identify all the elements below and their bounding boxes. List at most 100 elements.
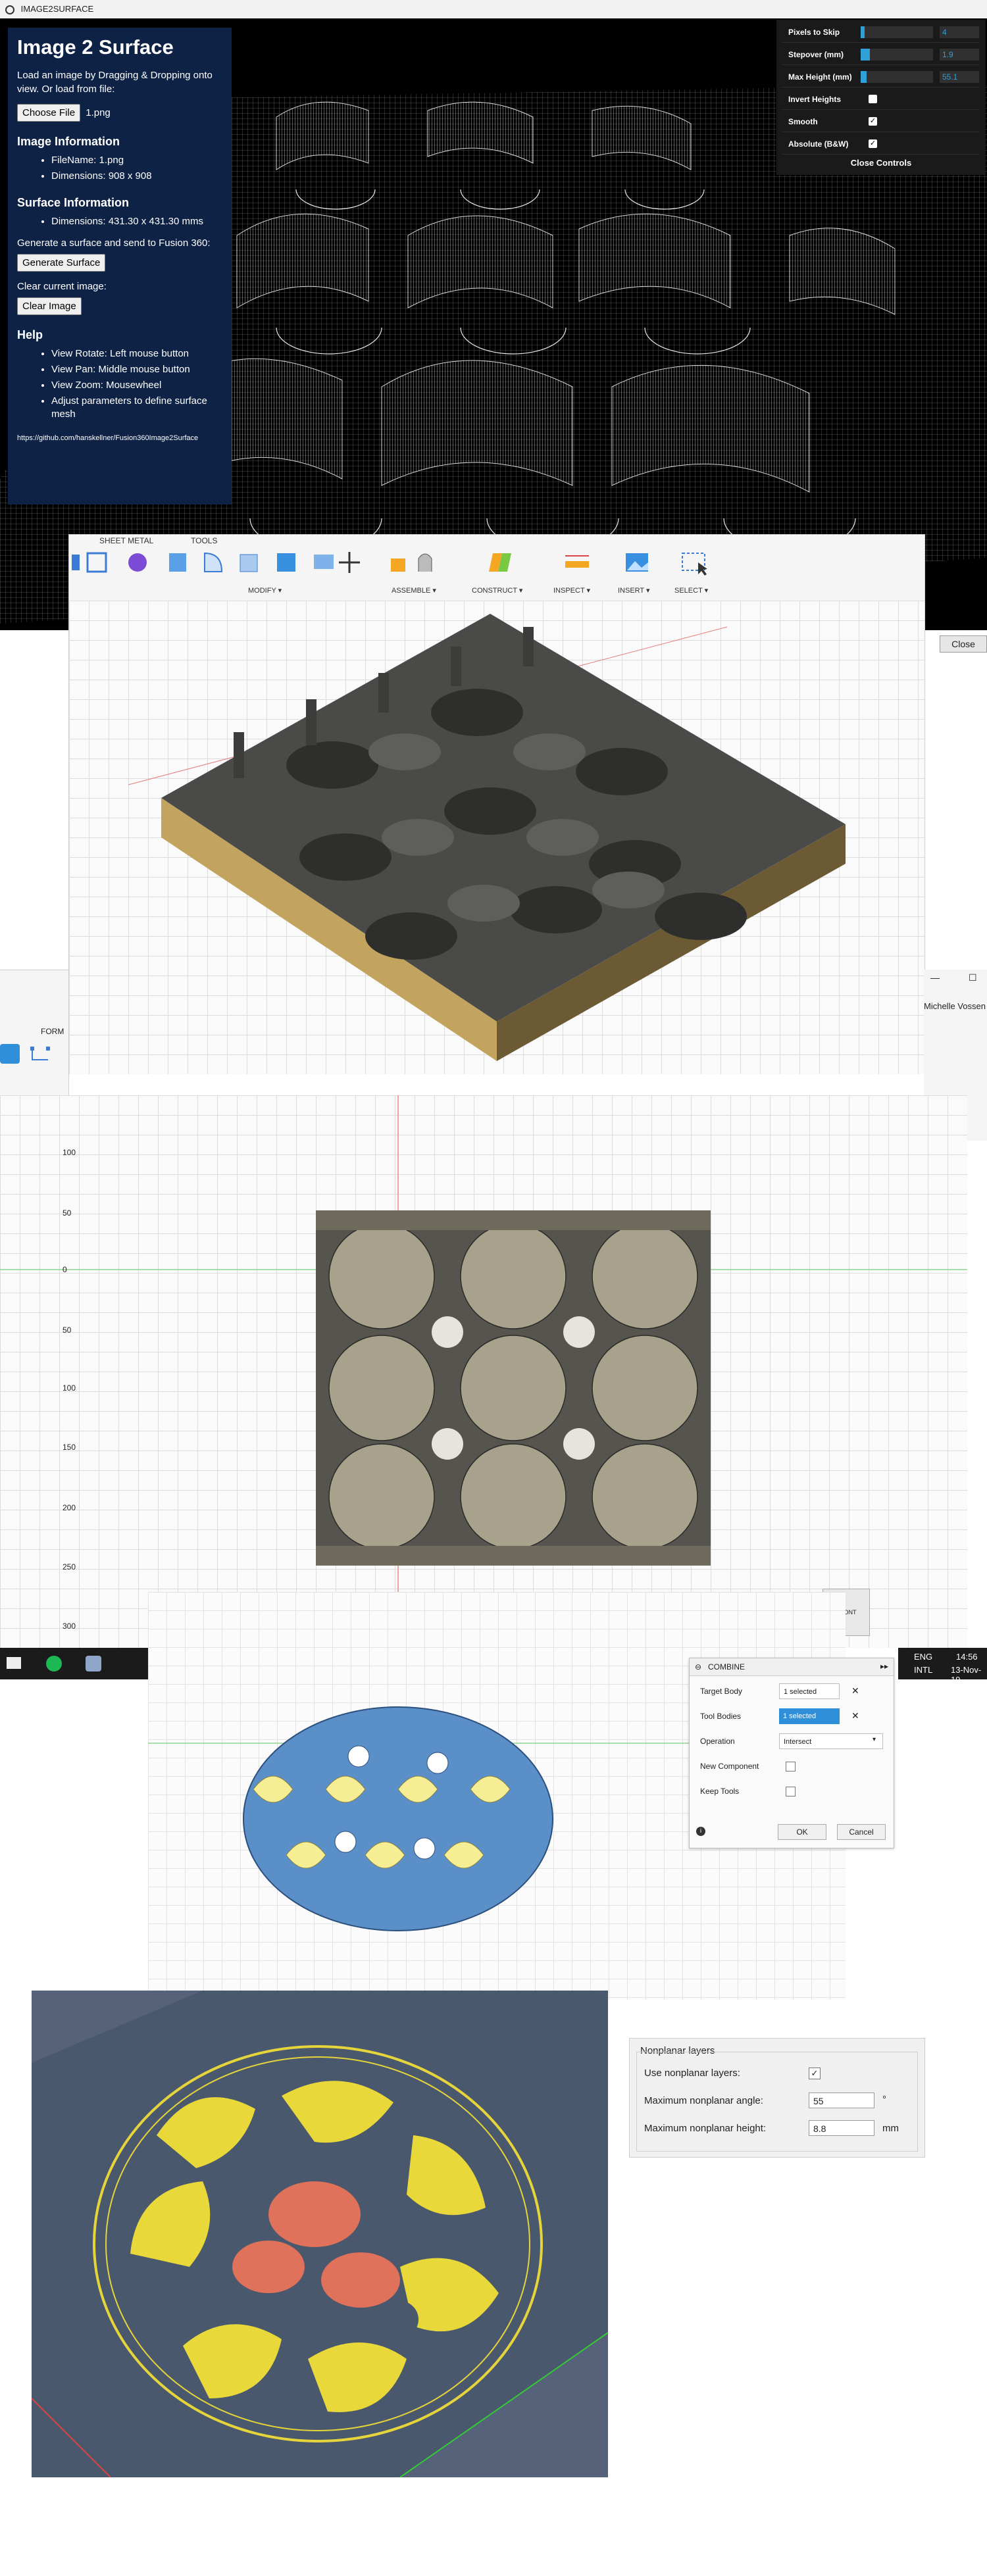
github-link[interactable]: https://github.com/hanskellner/Fusion360… xyxy=(17,432,222,445)
chevron-down-icon[interactable]: ▾ xyxy=(873,1736,876,1743)
tab-sheet-metal[interactable]: SHEET METAL xyxy=(99,536,153,545)
generate-surface-button[interactable]: Generate Surface xyxy=(17,254,106,272)
clock-date[interactable]: 13-Nov-19 xyxy=(951,1665,987,1685)
controls-panel: Pixels to Skip 4 Stepover (mm) 1.9 Max H… xyxy=(776,20,986,175)
slicer-viewport[interactable] xyxy=(32,1991,608,2477)
ruler-tick: 50 xyxy=(63,1325,72,1335)
mail-icon[interactable] xyxy=(7,1657,21,1669)
max-angle-input[interactable]: 55 xyxy=(809,2093,874,2108)
max-height-slider[interactable] xyxy=(861,71,933,83)
help-item: View Zoom: Mousewheel xyxy=(51,379,222,392)
app-taskbar-icon[interactable] xyxy=(86,1656,101,1672)
background-window-left: FORM xyxy=(0,970,68,1115)
taskbar-right: ENG INTL 14:56 13-Nov-19 xyxy=(898,1648,987,1685)
image-dimensions: Dimensions: 908 x 908 xyxy=(51,170,222,183)
keep-tools-label: Keep Tools xyxy=(700,1787,740,1796)
tab-form[interactable]: FORM xyxy=(41,1027,64,1036)
modify-tool-icons[interactable] xyxy=(165,549,363,576)
form-tool-icon[interactable] xyxy=(0,1044,20,1064)
new-component-row: New Component xyxy=(696,1758,880,1775)
tool-bodies-selector[interactable]: 1 selected xyxy=(779,1708,840,1724)
maximize-icon[interactable]: ☐ xyxy=(969,972,977,983)
close-button[interactable]: Close xyxy=(940,635,987,653)
clock-time[interactable]: 14:56 xyxy=(956,1652,978,1662)
ruler-tick: 0 xyxy=(63,1265,67,1274)
max-height-input[interactable]: 55.1 xyxy=(940,71,979,83)
sketch-tool-icon[interactable] xyxy=(28,1044,54,1064)
help-item: View Rotate: Left mouse button xyxy=(51,347,222,360)
clear-tool-icon[interactable]: ✕ xyxy=(851,1710,859,1721)
create-tool-icons[interactable] xyxy=(69,549,161,576)
generate-text: Generate a surface and send to Fusion 36… xyxy=(17,237,211,249)
construct-menu[interactable]: CONSTRUCT ▾ xyxy=(472,586,522,595)
modify-menu[interactable]: MODIFY ▾ xyxy=(248,586,282,595)
language-indicator[interactable]: ENG xyxy=(914,1652,932,1662)
help-heading: Help xyxy=(17,328,43,341)
combine-dialog-header[interactable]: ⊖ COMBINE ▸▸ xyxy=(690,1658,894,1676)
select-icon[interactable] xyxy=(678,549,711,576)
tool-bodies-label: Tool Bodies xyxy=(700,1712,742,1721)
stepover-input[interactable]: 1.9 xyxy=(940,49,979,61)
tab-tools[interactable]: TOOLS xyxy=(191,536,217,545)
image-info-heading: Image Information xyxy=(17,135,120,148)
assemble-menu[interactable]: ASSEMBLE ▾ xyxy=(392,586,436,595)
max-angle-unit: ° xyxy=(882,2094,886,2105)
panel-title: Image 2 Surface xyxy=(17,36,174,59)
pixels-to-skip-slider[interactable] xyxy=(861,26,933,38)
ok-button[interactable]: OK xyxy=(778,1824,826,1840)
operation-select[interactable]: Intersect xyxy=(779,1733,883,1749)
use-nonplanar-checkbox[interactable]: ✓ xyxy=(809,2068,821,2079)
app-icon xyxy=(5,5,14,14)
keep-tools-checkbox[interactable] xyxy=(786,1787,796,1796)
keyboard-layout[interactable]: INTL xyxy=(914,1665,932,1675)
isometric-model-render xyxy=(128,614,846,1061)
minimize-icon[interactable]: — xyxy=(930,972,940,983)
invert-heights-checkbox[interactable] xyxy=(869,95,877,103)
smooth-checkbox[interactable]: ✓ xyxy=(869,117,877,126)
stepover-slider[interactable] xyxy=(861,49,933,61)
control-label: Smooth xyxy=(788,117,818,126)
insert-image-icon[interactable] xyxy=(622,549,655,576)
max-height-unit: mm xyxy=(882,2123,899,2134)
max-height-input[interactable]: 8.8 xyxy=(809,2120,874,2136)
target-body-selector[interactable]: 1 selected xyxy=(779,1683,840,1699)
tool-bodies-row: Tool Bodies 1 selected ✕ xyxy=(696,1708,880,1725)
pixels-to-skip-control[interactable]: Pixels to Skip 4 xyxy=(782,22,979,43)
insert-menu[interactable]: INSERT ▾ xyxy=(618,586,650,595)
target-body-row: Target Body 1 selected ✕ xyxy=(696,1683,880,1700)
image-filename: FileName: 1.png xyxy=(51,154,222,167)
pixels-to-skip-input[interactable]: 4 xyxy=(940,26,979,38)
new-component-checkbox[interactable] xyxy=(786,1762,796,1771)
choose-file-button[interactable]: Choose File xyxy=(17,104,81,122)
top-view-viewport[interactable]: 100 50 0 50 100 150 200 250 300 FRONT xyxy=(0,1095,967,1648)
window-title-bar: IMAGE2SURFACE xyxy=(0,0,987,19)
construct-plane-icon[interactable] xyxy=(484,549,517,576)
spotify-icon[interactable] xyxy=(46,1656,62,1672)
invert-heights-control[interactable]: Invert Heights xyxy=(782,89,979,110)
clear-target-icon[interactable]: ✕ xyxy=(851,1685,859,1697)
stepover-control[interactable]: Stepover (mm) 1.9 xyxy=(782,45,979,65)
assemble-tool-icons[interactable] xyxy=(388,549,441,576)
image2surface-panel: Image 2 Surface Load an image by Draggin… xyxy=(8,28,232,505)
surface-info-heading: Surface Information xyxy=(17,196,130,209)
keep-tools-row: Keep Tools xyxy=(696,1783,880,1800)
user-name: Michelle Vossen xyxy=(924,1001,986,1011)
window-title: IMAGE2SURFACE xyxy=(20,4,94,14)
clear-text: Clear current image: xyxy=(17,281,107,292)
dialog-collapse-icon[interactable]: ⊖ xyxy=(695,1662,701,1672)
smooth-control[interactable]: Smooth ✓ xyxy=(782,112,979,132)
dialog-expand-icon[interactable]: ▸▸ xyxy=(880,1662,888,1671)
close-controls-button[interactable]: Close Controls xyxy=(776,158,986,168)
top-view-model-render xyxy=(0,1095,967,1595)
inspect-menu[interactable]: INSPECT ▾ xyxy=(553,586,590,595)
select-menu[interactable]: SELECT ▾ xyxy=(674,586,708,595)
cancel-button[interactable]: Cancel xyxy=(837,1824,886,1840)
absolute-bw-control[interactable]: Absolute (B&W) ✓ xyxy=(782,134,979,155)
absolute-bw-checkbox[interactable]: ✓ xyxy=(869,139,877,148)
control-label: Stepover (mm) xyxy=(788,50,844,59)
max-height-control[interactable]: Max Height (mm) 55.1 xyxy=(782,67,979,87)
clear-image-button[interactable]: Clear Image xyxy=(17,297,82,315)
info-icon[interactable]: i xyxy=(696,1827,705,1836)
isometric-viewport[interactable] xyxy=(69,601,924,1074)
measure-icon[interactable] xyxy=(561,549,594,576)
